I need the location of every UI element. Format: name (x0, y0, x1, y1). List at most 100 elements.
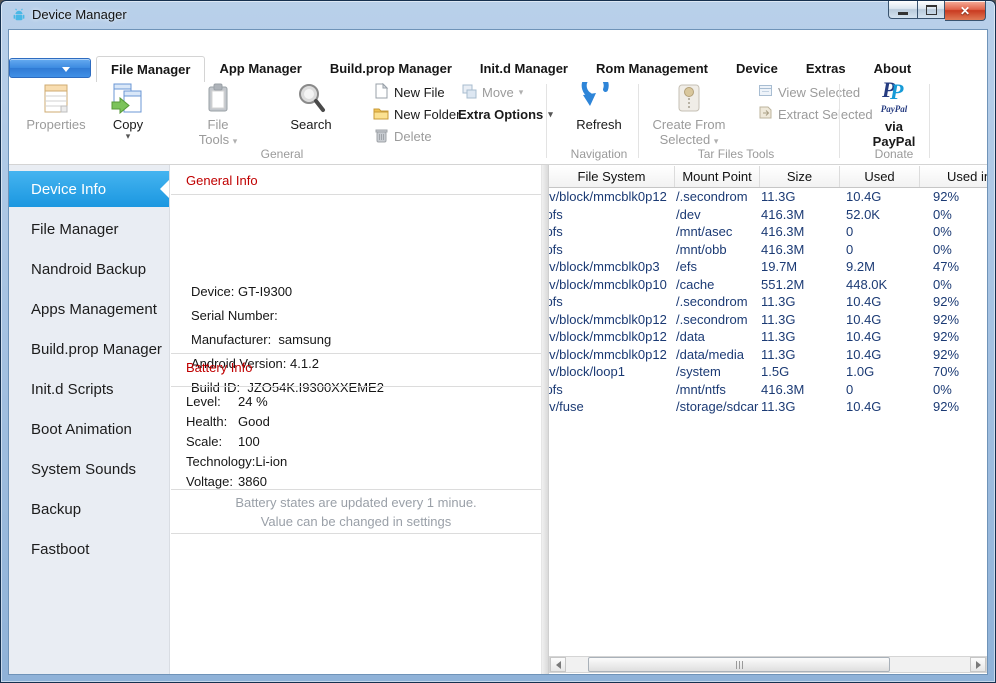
cell-file-system: /dev/block/mmcblk0p12 (549, 311, 674, 329)
minimize-button[interactable] (888, 1, 917, 19)
sidebar-item[interactable]: Nandroid Backup (9, 251, 169, 287)
ribbon-tab[interactable]: Init.d Manager (466, 56, 582, 81)
battery-line: Level:24 % (186, 392, 287, 412)
cell-used: 0 (839, 241, 919, 259)
sidebar-item[interactable]: Boot Animation (9, 411, 169, 447)
table-row[interactable]: /dev/block/loop1 /system 1.5G 1.0G 70% (549, 363, 987, 381)
ribbon-tab[interactable]: Extras (792, 56, 860, 81)
move-button[interactable]: Move ▾ (461, 81, 523, 103)
properties-button[interactable]: Properties (17, 81, 95, 132)
cell-used-pct: 0% (919, 223, 987, 241)
new-file-button[interactable]: New File (373, 81, 445, 103)
ribbon-tab[interactable]: File Manager (96, 56, 205, 82)
search-label: Search (290, 117, 331, 132)
app-window: Device Manager ✕ File ManagerApp Manager… (0, 0, 996, 683)
table-row[interactable]: /dev/fuse /storage/sdcard0 11.3G 10.4G 9… (549, 398, 987, 416)
cell-size: 11.3G (759, 398, 839, 416)
group-label-general: General (261, 147, 304, 161)
copy-icon (110, 81, 146, 115)
group-label-donate: Donate (875, 147, 914, 161)
delete-button[interactable]: Delete (373, 125, 432, 147)
divider (171, 353, 541, 354)
search-button[interactable]: Search (277, 81, 345, 132)
create-from-selected-button[interactable]: Create From Selected ▾ (646, 81, 732, 147)
table-row[interactable]: tmpfs /dev 416.3M 52.0K 0% (549, 206, 987, 224)
extra-options-button[interactable]: Extra Options ▾ (458, 103, 553, 125)
sidebar-item[interactable]: Device Info (9, 171, 169, 207)
ribbon-menu-button[interactable] (9, 58, 91, 78)
column-header-mount-point[interactable]: Mount Point (674, 166, 759, 187)
refresh-icon (581, 81, 617, 115)
column-header-size[interactable]: Size (759, 166, 839, 187)
table-row[interactable]: tmpfs /mnt/obb 416.3M 0 0% (549, 241, 987, 259)
new-folder-label: New Folder (394, 107, 460, 122)
cell-used-pct: 0% (919, 206, 987, 224)
ribbon-tab[interactable]: Device (722, 56, 792, 81)
cell-file-system: tmpfs (549, 206, 674, 224)
table-row[interactable]: /dev/block/mmcblk0p12 /.secondrom 11.3G … (549, 188, 987, 206)
sidebar-item[interactable]: Fastboot (9, 531, 169, 567)
sidebar-item[interactable]: Apps Management (9, 291, 169, 327)
sidebar-item[interactable]: Build.prop Manager (9, 331, 169, 367)
sidebar-item[interactable]: Backup (9, 491, 169, 527)
table-row[interactable]: /dev/block/mmcblk0p10 /cache 551.2M 448.… (549, 276, 987, 294)
table-row[interactable]: /dev/block/mmcblk0p3 /efs 19.7M 9.2M 47% (549, 258, 987, 276)
ribbon-tab[interactable]: App Manager (205, 56, 315, 81)
cell-mount-point: /mnt/obb (674, 241, 759, 259)
file-tools-button[interactable]: File Tools ▾ (184, 81, 252, 147)
maximize-button[interactable] (917, 1, 945, 19)
column-header-used-in-pct[interactable]: Used in % (919, 166, 987, 187)
table-row[interactable]: /dev/block/mmcblk0p12 /data/media 11.3G … (549, 346, 987, 364)
horizontal-scrollbar[interactable] (549, 656, 987, 673)
new-folder-button[interactable]: New Folder (373, 103, 460, 125)
panel-splitter[interactable] (541, 165, 549, 674)
column-header-file-system[interactable]: File System (549, 166, 674, 187)
cell-used-pct: 0% (919, 381, 987, 399)
cell-used: 10.4G (839, 188, 919, 206)
cell-file-system: tmpfs (549, 223, 674, 241)
table-row[interactable]: tmpfs /mnt/ntfs 416.3M 0 0% (549, 381, 987, 399)
battery-rows: Level:24 %Health:GoodScale:100Technology… (186, 392, 287, 492)
view-selected-button[interactable]: View Selected (758, 81, 860, 103)
general-info-heading: General Info (186, 173, 258, 188)
battery-line: Technology:Li-ion (186, 452, 287, 472)
table-row[interactable]: tmpfs /mnt/asec 416.3M 0 0% (549, 223, 987, 241)
cell-used-pct: 92% (919, 328, 987, 346)
table-row[interactable]: /dev/block/mmcblk0p12 /.secondrom 11.3G … (549, 311, 987, 329)
cell-used: 1.0G (839, 363, 919, 381)
scroll-left-button[interactable] (550, 657, 566, 672)
close-button[interactable]: ✕ (945, 1, 986, 21)
dropdown-caret-icon: ▾ (233, 136, 238, 146)
cell-used: 10.4G (839, 328, 919, 346)
cell-size: 416.3M (759, 381, 839, 399)
info-line: Device: GT-I9300 (191, 280, 384, 304)
cell-file-system: /dev/block/mmcblk0p12 (549, 188, 674, 206)
file-tools-label: File Tools ▾ (197, 117, 239, 147)
column-header-used[interactable]: Used (839, 166, 919, 187)
toolbar-separator (546, 84, 547, 158)
sidebar-item[interactable]: File Manager (9, 211, 169, 247)
cell-mount-point: /.secondrom (674, 188, 759, 206)
ribbon-tab[interactable]: Build.prop Manager (316, 56, 466, 81)
sidebar-item[interactable]: System Sounds (9, 451, 169, 487)
maximize-icon (926, 5, 937, 15)
cell-used: 10.4G (839, 346, 919, 364)
cell-size: 416.3M (759, 223, 839, 241)
arrow-right-icon (976, 661, 981, 669)
donate-paypal-button[interactable]: PP PayPal via PayPal (855, 79, 933, 149)
copy-button[interactable]: Copy ▾ (94, 81, 162, 141)
table-row[interactable]: tmpfs /.secondrom 11.3G 10.4G 92% (549, 293, 987, 311)
properties-label: Properties (26, 117, 85, 132)
scrollbar-thumb[interactable] (588, 657, 890, 672)
cell-mount-point: /.secondrom (674, 311, 759, 329)
device-info-panel: General Info Device: GT-I9300Serial Numb… (171, 165, 541, 674)
ribbon-tab[interactable]: Rom Management (582, 56, 722, 81)
refresh-button[interactable]: Refresh (562, 81, 636, 132)
table-row[interactable]: /dev/block/mmcblk0p12 /data 11.3G 10.4G … (549, 328, 987, 346)
scroll-right-button[interactable] (970, 657, 986, 672)
sidebar-item[interactable]: Init.d Scripts (9, 371, 169, 407)
android-app-icon (12, 8, 26, 27)
cell-mount-point: /data (674, 328, 759, 346)
battery-line: Scale:100 (186, 432, 287, 452)
move-icon (461, 83, 477, 102)
